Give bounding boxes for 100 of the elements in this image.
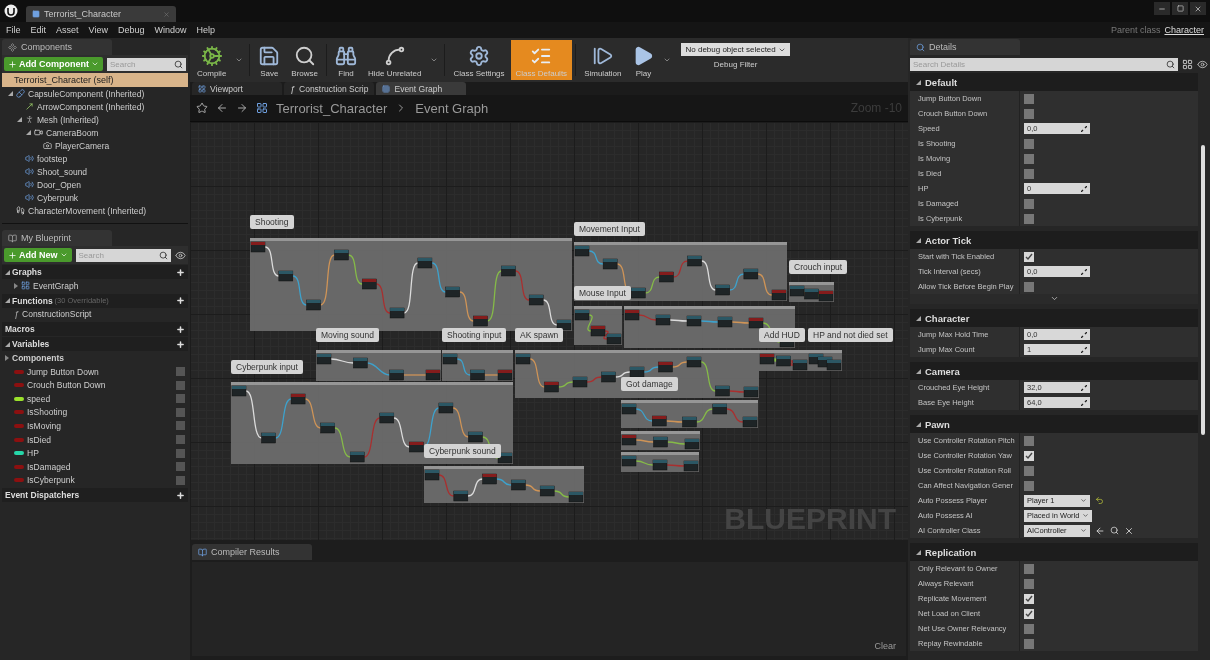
back-icon[interactable] <box>216 102 228 114</box>
search-icon[interactable] <box>1110 526 1119 535</box>
document-tab[interactable]: Terrorist_Character <box>26 6 176 22</box>
section-title[interactable]: Replication <box>925 546 977 558</box>
expand-arrow-icon[interactable] <box>916 237 921 243</box>
star-icon[interactable] <box>196 102 208 114</box>
expand-arrow-icon[interactable] <box>5 298 10 304</box>
expand-arrow-icon[interactable] <box>8 91 13 96</box>
panel-tab[interactable]: Details <box>910 39 1020 55</box>
checkbox[interactable] <box>1024 593 1034 604</box>
menu-item[interactable]: Edit <box>30 25 47 35</box>
tree-item[interactable]: footstep <box>37 153 68 164</box>
section-title[interactable]: Camera <box>925 365 960 377</box>
section-title[interactable]: Character <box>925 312 970 324</box>
tree-item[interactable]: Mesh (Inherited) <box>37 114 99 125</box>
eye-icon[interactable] <box>175 249 186 261</box>
section-title[interactable]: Actor Tick <box>925 234 972 246</box>
scrollbar-thumb[interactable] <box>1201 145 1205 435</box>
section-title[interactable]: Graphs <box>12 267 42 277</box>
menu-item[interactable]: Debug <box>117 25 145 35</box>
breadcrumb-item[interactable]: Event Graph <box>415 100 489 116</box>
comment-box[interactable] <box>808 350 842 371</box>
menu-item[interactable]: View <box>88 25 108 35</box>
list-item[interactable]: ConstructionScript <box>22 309 92 320</box>
editor-tab[interactable]: Event Graph <box>376 82 467 95</box>
expand-arrow-icon[interactable] <box>916 79 921 85</box>
tree-item[interactable]: ArrowComponent (Inherited) <box>37 101 145 112</box>
checkbox[interactable] <box>1024 578 1034 589</box>
clear-icon[interactable] <box>1124 525 1134 536</box>
checkbox[interactable] <box>1024 251 1034 262</box>
toolbar-button[interactable]: Play <box>627 40 660 80</box>
checkbox[interactable] <box>1024 153 1034 164</box>
tree-item[interactable]: PlayerCamera <box>55 140 110 151</box>
checkbox[interactable] <box>1024 608 1034 619</box>
eye-icon[interactable] <box>1197 58 1208 70</box>
editor-tab[interactable]: Viewport <box>192 82 282 95</box>
add-icon[interactable] <box>176 490 185 500</box>
list-item[interactable]: IsMoving <box>27 420 61 431</box>
parent-class-link[interactable]: Character <box>1164 25 1204 35</box>
reset-icon[interactable] <box>1095 496 1104 505</box>
toolbar-button[interactable]: Save <box>253 40 286 80</box>
expand-arrow-icon[interactable] <box>5 355 9 361</box>
section-title[interactable]: Variables <box>12 339 50 350</box>
checkbox[interactable] <box>1024 213 1034 224</box>
checkbox[interactable] <box>1024 450 1034 461</box>
list-item[interactable]: IsShooting <box>27 407 68 418</box>
panel-tab[interactable]: Compiler Results <box>192 544 312 560</box>
toolbar-button[interactable]: Compile <box>192 40 232 80</box>
add-component-button[interactable]: Add Component <box>4 57 103 71</box>
clear-button[interactable]: Clear <box>868 640 902 652</box>
checkbox[interactable] <box>1024 480 1034 491</box>
tree-item[interactable]: CapsuleComponent (Inherited) <box>28 88 145 99</box>
menu-item[interactable]: File <box>6 25 21 35</box>
section-title[interactable]: Default <box>925 76 958 88</box>
caret-icon[interactable] <box>235 56 244 64</box>
menu-item[interactable]: Asset <box>56 25 79 35</box>
add-new-button[interactable]: Add New <box>4 248 72 262</box>
close-button[interactable] <box>1190 2 1206 15</box>
add-icon[interactable] <box>176 324 185 334</box>
section-title[interactable]: Macros <box>5 324 35 335</box>
menu-item[interactable]: Window <box>154 25 187 35</box>
section-title[interactable]: Functions <box>12 295 53 306</box>
checkbox[interactable] <box>1024 93 1034 104</box>
comment-box[interactable] <box>442 350 513 381</box>
tree-item[interactable]: Cyberpunk <box>37 192 79 203</box>
expand-arrow-icon[interactable] <box>14 282 18 289</box>
checkbox[interactable] <box>1024 108 1034 119</box>
expand-arrow-icon[interactable] <box>916 368 921 374</box>
tree-item[interactable]: Terrorist_Character (self) <box>2 73 188 87</box>
tree-item[interactable]: CameraBoom <box>46 127 99 138</box>
editor-tab[interactable]: ƒ Construction Scrip <box>284 82 375 95</box>
tree-item[interactable]: CharacterMovement (Inherited) <box>28 205 147 216</box>
comment-box[interactable] <box>789 282 834 302</box>
list-item[interactable]: IsDied <box>27 434 52 445</box>
tree-item[interactable]: Door_Open <box>37 179 81 190</box>
panel-tab[interactable]: Components <box>2 39 112 55</box>
expand-arrow-icon[interactable] <box>916 315 921 321</box>
checkbox[interactable] <box>1024 435 1034 446</box>
menu-item[interactable]: Help <box>196 25 215 35</box>
debug-object-dropdown[interactable]: No debug object selected <box>681 43 790 56</box>
checkbox[interactable] <box>1024 638 1034 649</box>
comment-box[interactable] <box>759 350 808 371</box>
minimize-button[interactable] <box>1154 2 1170 15</box>
toolbar-button[interactable]: Class Settings <box>448 40 510 80</box>
caret-icon[interactable] <box>663 56 672 64</box>
checkbox[interactable] <box>1024 198 1034 209</box>
breadcrumb-item[interactable]: Terrorist_Character <box>276 100 388 116</box>
checkbox[interactable] <box>1024 138 1034 149</box>
maximize-button[interactable] <box>1172 2 1188 15</box>
expand-arrow-icon[interactable] <box>5 269 10 275</box>
checkbox[interactable] <box>1024 623 1034 634</box>
checkbox[interactable] <box>1024 465 1034 476</box>
expand-arrow-icon[interactable] <box>17 117 22 122</box>
list-item[interactable]: IsDamaged <box>27 461 71 472</box>
section-title[interactable]: Pawn <box>925 418 950 430</box>
expand-arrow-icon[interactable] <box>5 341 10 347</box>
toolbar-button[interactable]: Simulation <box>579 40 627 80</box>
list-item[interactable]: EventGraph <box>33 280 79 291</box>
panel-tab[interactable]: My Blueprint <box>2 230 112 246</box>
add-icon[interactable] <box>176 296 185 306</box>
